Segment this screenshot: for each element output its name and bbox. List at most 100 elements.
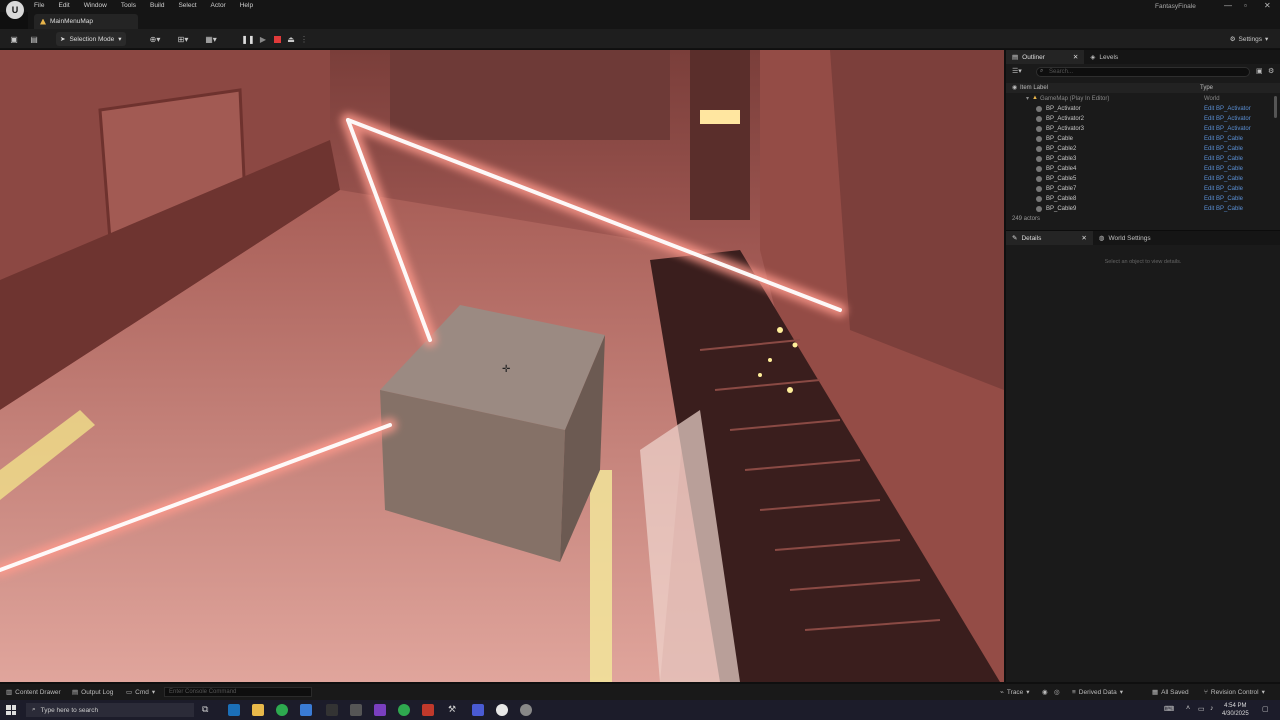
menu-actor[interactable]: Actor: [211, 2, 226, 9]
tab-details[interactable]: ✎ Details ✕: [1006, 231, 1093, 245]
outliner-search-input[interactable]: Search...: [1036, 67, 1250, 77]
outliner-scrollbar[interactable]: [1274, 96, 1277, 118]
network-icon[interactable]: ▭: [1198, 705, 1205, 713]
row-label: BP_Activator2: [1046, 116, 1085, 122]
row-type-link[interactable]: Edit BP_Cable: [1204, 166, 1243, 172]
cinematics-icon[interactable]: ▦▾: [202, 32, 220, 46]
selection-mode-dropdown[interactable]: ➤ Selection Mode ▾: [56, 32, 126, 46]
notepad-icon[interactable]: [300, 704, 312, 716]
table-row[interactable]: BP_Cable4 Edit BP_Cable: [1006, 164, 1280, 174]
row-type-link[interactable]: Edit BP_Activator: [1204, 106, 1251, 112]
terminal-app-icon[interactable]: [326, 704, 338, 716]
content-drawer-button[interactable]: ▥ Content Drawer: [6, 688, 61, 697]
camera-icon[interactable]: ◎: [1054, 688, 1060, 696]
revision-control-label: Revision Control: [1210, 688, 1259, 696]
eject-icon[interactable]: ⏏: [286, 32, 296, 46]
column-item-label[interactable]: Item Label: [1020, 85, 1048, 91]
table-row[interactable]: BP_Activator Edit BP_Activator: [1006, 104, 1280, 114]
tab-outliner[interactable]: ▤ Outliner ✕: [1006, 50, 1085, 64]
add-actor-icon[interactable]: ⊕▾: [146, 32, 164, 46]
discord-icon[interactable]: [472, 704, 484, 716]
table-row[interactable]: BP_Activator3 Edit BP_Activator: [1006, 124, 1280, 134]
xbox-icon[interactable]: [398, 704, 410, 716]
volume-icon[interactable]: ♪: [1210, 705, 1214, 712]
derived-data-button[interactable]: ≡ Derived Data ▾: [1072, 688, 1123, 697]
expand-chevron-icon[interactable]: ▾: [1026, 95, 1029, 102]
media-app-icon[interactable]: [422, 704, 434, 716]
task-view-icon[interactable]: ⧉: [202, 704, 214, 716]
output-log-button[interactable]: ▤ Output Log: [72, 688, 113, 697]
table-row[interactable]: BP_Cable Edit BP_Cable: [1006, 134, 1280, 144]
row-type-link[interactable]: Edit BP_Cable: [1204, 156, 1243, 162]
level-viewport[interactable]: ✛: [0, 50, 1004, 682]
filter-icon[interactable]: ☰▾: [1012, 67, 1022, 75]
taskbar-search-input[interactable]: ⌕ Type here to search: [26, 703, 194, 717]
taskbar-clock[interactable]: 4:54 PM 4/30/2025: [1222, 702, 1249, 718]
row-type-link[interactable]: Edit BP_Activator: [1204, 116, 1251, 122]
chrome-icon[interactable]: [276, 704, 288, 716]
steam-icon[interactable]: [228, 704, 240, 716]
table-row[interactable]: BP_Cable8 Edit BP_Cable: [1006, 194, 1280, 204]
tab-main-menu-map[interactable]: MainMenuMap: [34, 14, 138, 29]
close-tab-icon[interactable]: ✕: [1081, 234, 1086, 242]
close-tab-icon[interactable]: ✕: [1073, 53, 1078, 61]
menu-edit[interactable]: Edit: [58, 2, 69, 9]
table-row[interactable]: BP_Cable7 Edit BP_Cable: [1006, 184, 1280, 194]
row-type-link[interactable]: Edit BP_Cable: [1204, 206, 1243, 212]
menu-window[interactable]: Window: [84, 2, 107, 9]
menu-tools[interactable]: Tools: [121, 2, 136, 9]
windows-start-icon[interactable]: [6, 705, 16, 715]
unreal-taskbar-icon[interactable]: [496, 704, 508, 716]
outliner-row-world[interactable]: ▾ ▲ GameMap (Play In Editor) World: [1006, 94, 1280, 104]
table-row[interactable]: BP_Cable9 Edit BP_Cable: [1006, 204, 1280, 212]
tool-icon[interactable]: ⚒: [448, 704, 460, 716]
keyboard-icon[interactable]: ⌨: [1164, 705, 1174, 713]
notification-icon[interactable]: ▢: [1262, 705, 1269, 713]
all-saved-button[interactable]: ▦ All Saved: [1152, 688, 1189, 697]
obs-icon[interactable]: [520, 704, 532, 716]
row-type-link[interactable]: Edit BP_Cable: [1204, 136, 1243, 142]
revision-icon: ⑂: [1204, 688, 1208, 696]
close-window-icon[interactable]: ✕: [1264, 1, 1271, 10]
skip-frame-icon[interactable]: ▶: [258, 32, 268, 46]
unreal-logo-icon[interactable]: U: [6, 1, 24, 19]
rider-icon[interactable]: [374, 704, 386, 716]
menu-file[interactable]: File: [34, 2, 44, 9]
add-folder-icon[interactable]: ▣: [1256, 67, 1263, 75]
content-drawer-label: Content Drawer: [15, 688, 61, 696]
table-row[interactable]: BP_Cable5 Edit BP_Cable: [1006, 174, 1280, 184]
maximize-icon[interactable]: ▫: [1244, 1, 1247, 10]
column-type[interactable]: Type: [1200, 85, 1213, 91]
tray-chevron-icon[interactable]: ˄: [1186, 705, 1190, 712]
menu-build[interactable]: Build: [150, 2, 164, 9]
unity-icon[interactable]: [350, 704, 362, 716]
trace-dropdown[interactable]: ⌁ Trace ▾: [1000, 688, 1030, 697]
console-command-input[interactable]: Enter Console Command: [164, 687, 312, 697]
table-row[interactable]: BP_Cable3 Edit BP_Cable: [1006, 154, 1280, 164]
more-options-icon[interactable]: ⋮: [300, 32, 308, 46]
record-icon[interactable]: ◉: [1042, 688, 1048, 696]
table-row[interactable]: BP_Cable2 Edit BP_Cable: [1006, 144, 1280, 154]
cmd-dropdown[interactable]: ▭ Cmd ▾: [126, 688, 155, 697]
menu-select[interactable]: Select: [178, 2, 196, 9]
blueprint-icon[interactable]: ⊞▾: [174, 32, 192, 46]
gear-icon[interactable]: ⚙: [1268, 67, 1274, 75]
row-type-link[interactable]: Edit BP_Activator: [1204, 126, 1251, 132]
table-row[interactable]: BP_Activator2 Edit BP_Activator: [1006, 114, 1280, 124]
tab-levels[interactable]: ◈ Levels: [1084, 50, 1124, 64]
content-browser-icon[interactable]: ▤: [28, 32, 40, 46]
row-type-link[interactable]: Edit BP_Cable: [1204, 176, 1243, 182]
tab-world-settings[interactable]: ◍ World Settings: [1093, 231, 1157, 245]
file-explorer-icon[interactable]: [252, 704, 264, 716]
row-type-link[interactable]: Edit BP_Cable: [1204, 146, 1243, 152]
row-type-link[interactable]: Edit BP_Cable: [1204, 196, 1243, 202]
save-icon[interactable]: ▣: [8, 32, 20, 46]
visibility-eye-icon[interactable]: ◉: [1012, 84, 1017, 91]
minimize-icon[interactable]: —: [1224, 1, 1232, 10]
row-type-link[interactable]: Edit BP_Cable: [1204, 186, 1243, 192]
menu-help[interactable]: Help: [240, 2, 253, 9]
pause-icon[interactable]: ❚❚: [241, 32, 254, 46]
settings-button[interactable]: ⚙ Settings ▾: [1224, 32, 1274, 46]
stop-icon[interactable]: [272, 32, 282, 46]
revision-control-button[interactable]: ⑂ Revision Control ▾: [1204, 688, 1265, 697]
